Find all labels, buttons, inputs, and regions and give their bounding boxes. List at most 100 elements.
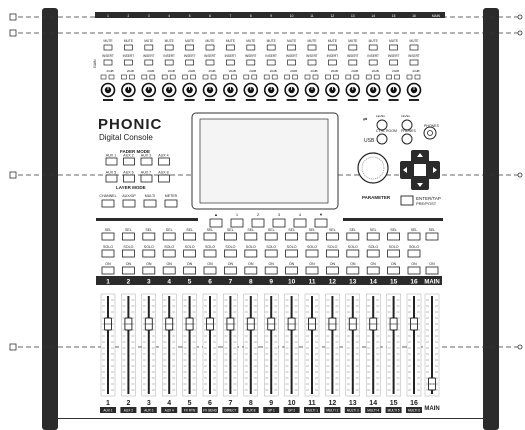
screen-nav-button[interactable]	[293, 218, 307, 228]
mute-button[interactable]	[348, 44, 358, 51]
insert-button[interactable]	[287, 59, 296, 66]
phase-button[interactable]	[353, 74, 360, 80]
phase-button[interactable]	[190, 74, 196, 80]
on-button[interactable]	[162, 266, 176, 275]
fader-mode-button[interactable]	[158, 174, 170, 183]
pad-button[interactable]	[325, 74, 331, 80]
nav-dpad[interactable]	[400, 150, 440, 190]
pad-button[interactable]	[223, 74, 229, 80]
sel-button[interactable]	[285, 232, 299, 241]
phase-button[interactable]	[312, 74, 319, 80]
solo-button[interactable]	[346, 249, 360, 258]
phase-button[interactable]	[333, 74, 339, 80]
pad-button[interactable]	[202, 74, 209, 80]
mute-button[interactable]	[307, 44, 317, 51]
solo-button[interactable]	[285, 249, 299, 258]
sel-button[interactable]	[325, 232, 339, 241]
mute-button[interactable]	[409, 44, 419, 51]
mute-button[interactable]	[246, 44, 256, 51]
on-button[interactable]	[122, 266, 135, 275]
on-button[interactable]	[407, 266, 421, 275]
enter-tap-button[interactable]	[400, 195, 414, 206]
mute-button[interactable]	[144, 44, 154, 51]
layer-mode-button[interactable]	[122, 199, 136, 208]
sel-button[interactable]	[142, 232, 156, 241]
phase-button[interactable]	[292, 74, 298, 80]
mute-button[interactable]	[368, 44, 378, 51]
fader-mode-button[interactable]	[140, 157, 153, 166]
on-button[interactable]	[366, 266, 380, 275]
phase-button[interactable]	[394, 74, 400, 80]
layer-mode-button[interactable]	[164, 199, 178, 208]
insert-button[interactable]	[164, 59, 174, 66]
mute-button[interactable]	[389, 44, 398, 51]
sel-button[interactable]	[223, 232, 237, 241]
mute-button[interactable]	[103, 44, 113, 51]
insert-button[interactable]	[348, 59, 358, 66]
mute-button[interactable]	[185, 44, 194, 51]
insert-button[interactable]	[226, 59, 235, 66]
pad-button[interactable]	[243, 74, 250, 80]
insert-button[interactable]	[103, 59, 113, 66]
pad-button[interactable]	[345, 74, 352, 80]
pad-button[interactable]	[100, 74, 107, 80]
mute-button[interactable]	[124, 44, 133, 51]
mute-button[interactable]	[266, 44, 276, 51]
phase-button[interactable]	[231, 74, 237, 80]
main-on-button[interactable]	[425, 266, 439, 275]
sel-button[interactable]	[244, 232, 258, 241]
fader-mode-button[interactable]	[105, 157, 118, 166]
sel-button[interactable]	[346, 232, 360, 241]
solo-button[interactable]	[387, 249, 401, 258]
on-button[interactable]	[142, 266, 156, 275]
phase-button[interactable]	[129, 74, 135, 80]
on-button[interactable]	[244, 266, 258, 275]
insert-button[interactable]	[124, 59, 133, 66]
insert-button[interactable]	[368, 59, 378, 66]
pad-button[interactable]	[386, 74, 392, 80]
solo-button[interactable]	[244, 249, 258, 258]
on-button[interactable]	[305, 266, 319, 275]
fader-mode-button[interactable]	[123, 174, 135, 183]
mute-button[interactable]	[205, 44, 215, 51]
insert-button[interactable]	[144, 59, 154, 66]
phase-button[interactable]	[271, 74, 278, 80]
insert-button[interactable]	[389, 59, 398, 66]
solo-button[interactable]	[162, 249, 176, 258]
layer-mode-button[interactable]	[143, 199, 157, 208]
screen-nav-button[interactable]	[272, 218, 286, 228]
mute-button[interactable]	[226, 44, 235, 51]
pad-button[interactable]	[141, 74, 148, 80]
phase-button[interactable]	[414, 74, 421, 80]
sel-button[interactable]	[264, 232, 278, 241]
main-sel-button[interactable]	[425, 232, 439, 241]
screen-nav-button[interactable]	[209, 218, 223, 228]
on-button[interactable]	[183, 266, 197, 275]
on-button[interactable]	[223, 266, 237, 275]
sel-button[interactable]	[387, 232, 401, 241]
sel-button[interactable]	[305, 232, 319, 241]
phase-button[interactable]	[373, 74, 380, 80]
insert-button[interactable]	[205, 59, 215, 66]
parameter-encoder[interactable]: PARAMETER	[357, 152, 391, 200]
fader-mode-button[interactable]	[123, 157, 135, 166]
fader-mode-button[interactable]	[140, 174, 153, 183]
pad-button[interactable]	[406, 74, 413, 80]
sel-button[interactable]	[122, 232, 135, 241]
solo-button[interactable]	[325, 249, 339, 258]
pad-button[interactable]	[263, 74, 270, 80]
mute-button[interactable]	[287, 44, 296, 51]
screen-nav-button[interactable]	[251, 218, 265, 228]
phase-button[interactable]	[169, 74, 176, 80]
insert-button[interactable]	[328, 59, 337, 66]
pad-button[interactable]	[182, 74, 188, 80]
sel-button[interactable]	[183, 232, 197, 241]
solo-button[interactable]	[122, 249, 135, 258]
pad-button[interactable]	[304, 74, 311, 80]
ctrl-room-knob[interactable]	[376, 133, 388, 145]
solo-button[interactable]	[101, 249, 115, 258]
screen-nav-button[interactable]	[314, 218, 328, 228]
pad-button[interactable]	[284, 74, 290, 80]
pad-button[interactable]	[161, 74, 168, 80]
on-button[interactable]	[285, 266, 299, 275]
